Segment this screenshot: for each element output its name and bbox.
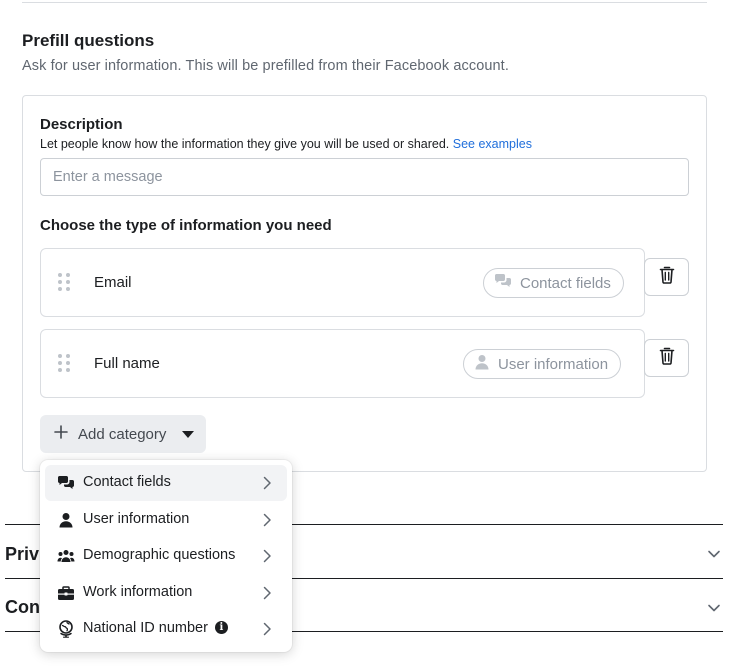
menu-item-label: User information xyxy=(83,511,190,527)
category-pill-contact: Contact fields xyxy=(483,268,624,298)
description-help-text: Let people know how the information they… xyxy=(40,137,450,151)
menu-item-contact-fields[interactable]: Contact fields xyxy=(45,465,287,501)
category-pill-user-info: User information xyxy=(463,349,622,379)
drag-handle-icon[interactable] xyxy=(58,354,70,372)
section-subtitle: Ask for user information. This will be p… xyxy=(22,58,509,74)
person-icon xyxy=(57,511,75,529)
field-row-full-name[interactable]: Full name User information xyxy=(40,329,645,398)
menu-item-label: Work information xyxy=(83,584,193,600)
trash-icon xyxy=(659,266,675,289)
chat-bubbles-icon xyxy=(57,474,75,492)
plus-icon xyxy=(54,425,68,443)
add-category-label: Add category xyxy=(78,425,167,443)
chevron-right-icon xyxy=(262,476,272,495)
briefcase-icon xyxy=(57,584,75,602)
menu-item-label: Contact fields xyxy=(83,474,171,490)
trash-icon xyxy=(659,347,675,370)
accordion-title-privacy[interactable]: Priv xyxy=(5,544,39,565)
add-category-menu: Contact fields User information Demograp… xyxy=(40,460,292,652)
description-help: Let people know how the information they… xyxy=(40,137,532,151)
menu-item-national-id[interactable]: National ID number i xyxy=(45,611,287,647)
chevron-right-icon xyxy=(262,549,272,568)
section-title: Prefill questions xyxy=(22,31,155,50)
accordion-title-completion[interactable]: Con xyxy=(5,597,40,618)
delete-full-name-button[interactable] xyxy=(644,339,689,377)
delete-email-button[interactable] xyxy=(644,258,689,296)
chat-bubbles-icon xyxy=(494,273,512,293)
menu-item-label-text: National ID number xyxy=(83,620,208,636)
globe-pin-icon xyxy=(57,620,75,638)
field-row-email[interactable]: Email Contact fields xyxy=(40,248,645,317)
menu-item-label: National ID number i xyxy=(83,620,228,636)
caret-down-icon xyxy=(182,430,195,438)
menu-item-user-information[interactable]: User information xyxy=(45,502,287,538)
people-group-icon xyxy=(57,547,75,565)
description-title: Description xyxy=(40,116,123,133)
drag-handle-icon[interactable] xyxy=(58,273,70,291)
menu-item-demographic-questions[interactable]: Demographic questions xyxy=(45,538,287,574)
description-input[interactable] xyxy=(40,158,689,196)
chevron-down-icon[interactable] xyxy=(707,600,721,618)
field-label: Full name xyxy=(94,355,160,372)
chevron-right-icon xyxy=(262,513,272,532)
add-category-button[interactable]: Add category xyxy=(40,415,206,453)
field-label: Email xyxy=(94,274,132,291)
chevron-right-icon xyxy=(262,586,272,605)
menu-item-work-information[interactable]: Work information xyxy=(45,575,287,611)
menu-item-label: Demographic questions xyxy=(83,547,236,563)
chevron-right-icon xyxy=(262,622,272,641)
top-divider xyxy=(22,2,707,3)
person-icon xyxy=(474,354,490,374)
category-pill-label: Contact fields xyxy=(520,274,611,292)
choose-info-title: Choose the type of information you need xyxy=(40,217,332,234)
see-examples-link[interactable]: See examples xyxy=(453,137,532,151)
chevron-down-icon[interactable] xyxy=(707,546,721,564)
info-icon[interactable]: i xyxy=(214,621,228,634)
category-pill-label: User information xyxy=(498,355,609,373)
